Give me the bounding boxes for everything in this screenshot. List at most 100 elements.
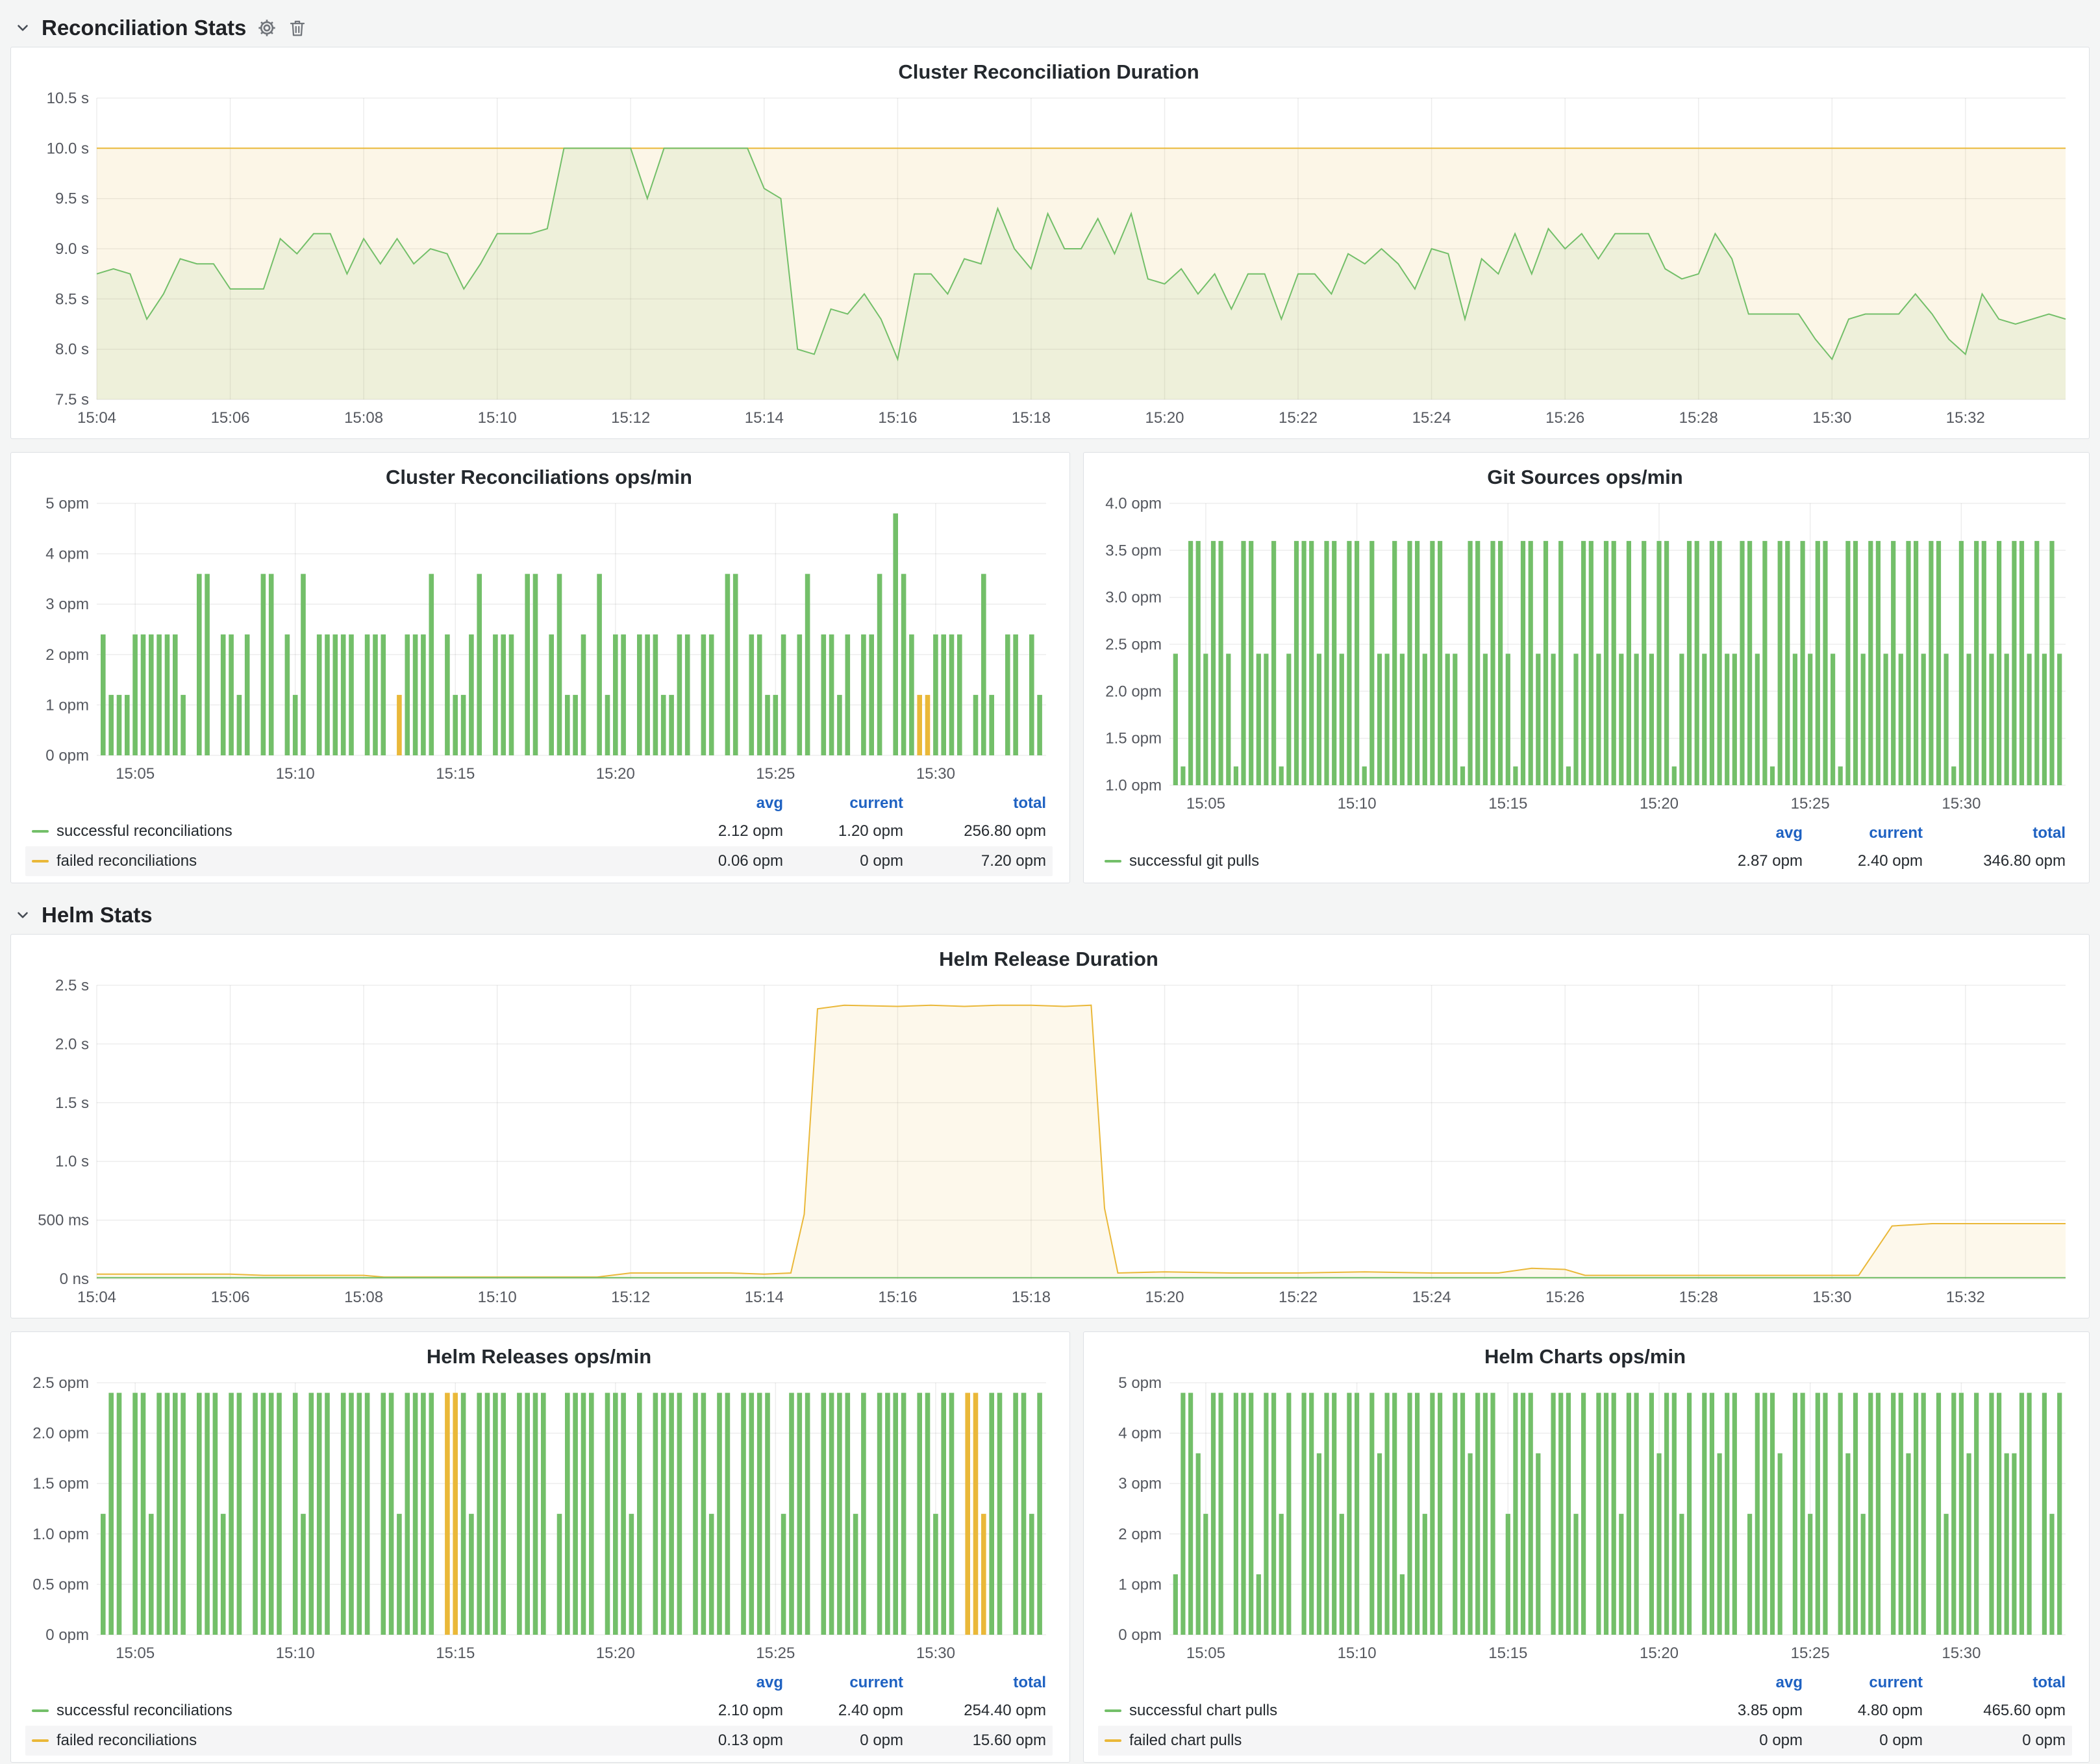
panel-title[interactable]: Cluster Reconciliation Duration	[18, 54, 2080, 88]
svg-text:15:26: 15:26	[1545, 409, 1584, 427]
series-name[interactable]: failed reconciliations	[56, 1732, 197, 1750]
svg-text:1.5 s: 1.5 s	[55, 1094, 89, 1112]
legend-total-value: 15.60 opm	[903, 1732, 1046, 1750]
svg-text:15:06: 15:06	[211, 1289, 250, 1306]
legend-header-row: avg current total	[1098, 1670, 2072, 1696]
svg-text:15:15: 15:15	[1488, 1644, 1527, 1662]
panel-title[interactable]: Git Sources ops/min	[1090, 459, 2080, 493]
legend-sort-total[interactable]: total	[903, 1674, 1046, 1692]
legend-sort-current[interactable]: current	[1803, 824, 1923, 842]
legend-sort-avg[interactable]: avg	[660, 1674, 783, 1692]
legend-total-value: 465.60 opm	[1923, 1702, 2066, 1720]
trash-icon[interactable]	[288, 18, 307, 38]
section-header-reconciliation-stats[interactable]: Reconciliation Stats	[10, 9, 2090, 47]
svg-text:15:26: 15:26	[1545, 1289, 1584, 1306]
svg-text:15:16: 15:16	[878, 409, 917, 427]
svg-text:15:25: 15:25	[1791, 795, 1830, 813]
svg-text:15:30: 15:30	[1942, 795, 1981, 813]
legend-row: successful reconciliations 2.10 opm 2.40…	[25, 1696, 1053, 1726]
legend-sort-avg[interactable]: avg	[1679, 824, 1803, 842]
svg-text:15:20: 15:20	[1145, 1289, 1184, 1306]
legend-current-value: 2.40 opm	[783, 1702, 903, 1720]
series-name[interactable]: successful reconciliations	[56, 1702, 232, 1720]
svg-text:15:28: 15:28	[1679, 409, 1718, 427]
series-name[interactable]: failed reconciliations	[56, 852, 197, 870]
gear-icon[interactable]	[256, 18, 277, 38]
panel-cluster-reconciliations-opm: Cluster Reconciliations ops/min 0 opm1 o…	[10, 452, 1070, 883]
svg-text:15:12: 15:12	[611, 409, 650, 427]
panel-title[interactable]: Helm Release Duration	[18, 941, 2080, 975]
svg-text:15:10: 15:10	[478, 1289, 517, 1306]
series-color-dash	[1105, 860, 1121, 863]
series-name[interactable]: successful git pulls	[1129, 852, 1259, 870]
legend-sort-total[interactable]: total	[1923, 824, 2066, 842]
legend-sort-current[interactable]: current	[1803, 1674, 1923, 1692]
helm-release-duration-chart[interactable]: 0 ns500 ms1.0 s1.5 s2.0 s2.5 s15:0415:06…	[18, 975, 2080, 1311]
legend-avg-value: 2.12 opm	[660, 822, 783, 840]
legend-sort-current[interactable]: current	[783, 794, 903, 813]
svg-text:15:18: 15:18	[1012, 409, 1051, 427]
svg-text:2.0 opm: 2.0 opm	[32, 1425, 89, 1443]
svg-text:1 opm: 1 opm	[45, 696, 89, 714]
section-title: Helm Stats	[42, 903, 153, 927]
chevron-down-icon	[14, 19, 31, 36]
legend: avg current total successful reconciliat…	[18, 1667, 1060, 1756]
panel-title[interactable]: Cluster Reconciliations ops/min	[18, 459, 1060, 493]
svg-text:15:25: 15:25	[756, 1644, 795, 1662]
chevron-down-icon	[14, 907, 31, 924]
legend-sort-avg[interactable]: avg	[1679, 1674, 1803, 1692]
legend-row: failed reconciliations 0.13 opm 0 opm 15…	[25, 1726, 1053, 1756]
svg-text:5 opm: 5 opm	[45, 495, 89, 512]
svg-text:15:04: 15:04	[77, 1289, 116, 1306]
helm-charts-chart[interactable]: 0 opm1 opm2 opm3 opm4 opm5 opm15:0515:10…	[1090, 1372, 2080, 1667]
svg-text:2.5 s: 2.5 s	[55, 977, 89, 994]
cluster-reconciliation-duration-chart[interactable]: 7.5 s8.0 s8.5 s9.0 s9.5 s10.0 s10.5 s15:…	[18, 88, 2080, 432]
section-header-helm-stats[interactable]: Helm Stats	[10, 896, 2090, 934]
legend: avg current total successful reconciliat…	[18, 788, 1060, 876]
svg-text:4 opm: 4 opm	[45, 546, 89, 563]
legend: avg current total successful chart pulls…	[1090, 1667, 2080, 1756]
svg-text:2 opm: 2 opm	[1118, 1526, 1162, 1543]
svg-text:500 ms: 500 ms	[38, 1212, 89, 1229]
svg-text:1 opm: 1 opm	[1118, 1576, 1162, 1593]
svg-text:5 opm: 5 opm	[1118, 1374, 1162, 1392]
series-name[interactable]: successful chart pulls	[1129, 1702, 1277, 1720]
panel-helm-release-duration: Helm Release Duration 0 ns500 ms1.0 s1.5…	[10, 934, 2090, 1318]
svg-text:3.5 opm: 3.5 opm	[1105, 542, 1162, 559]
svg-text:15:20: 15:20	[596, 1644, 635, 1662]
legend-current-value: 1.20 opm	[783, 822, 903, 840]
chart-area: 0 opm0.5 opm1.0 opm1.5 opm2.0 opm2.5 opm…	[18, 1372, 1060, 1667]
panel-title[interactable]: Helm Releases ops/min	[18, 1339, 1060, 1372]
legend-total-value: 254.40 opm	[903, 1702, 1046, 1720]
svg-text:15:30: 15:30	[1942, 1644, 1981, 1662]
legend-current-value: 0 opm	[783, 1732, 903, 1750]
git-sources-chart[interactable]: 1.0 opm1.5 opm2.0 opm2.5 opm3.0 opm3.5 o…	[1090, 493, 2080, 818]
helm-releases-chart[interactable]: 0 opm0.5 opm1.0 opm1.5 opm2.0 opm2.5 opm…	[18, 1372, 1060, 1667]
legend-sort-avg[interactable]: avg	[660, 794, 783, 813]
legend-current-value: 4.80 opm	[1803, 1702, 1923, 1720]
panel-cluster-reconciliation-duration: Cluster Reconciliation Duration 7.5 s8.0…	[10, 47, 2090, 439]
svg-text:8.5 s: 8.5 s	[55, 290, 89, 308]
svg-text:15:30: 15:30	[1812, 409, 1851, 427]
svg-text:1.5 opm: 1.5 opm	[32, 1475, 89, 1493]
legend-total-value: 0 opm	[1923, 1732, 2066, 1750]
svg-text:15:20: 15:20	[1640, 795, 1679, 813]
legend-row: failed chart pulls 0 opm 0 opm 0 opm	[1098, 1726, 2072, 1756]
svg-text:15:05: 15:05	[1186, 795, 1225, 813]
legend-sort-total[interactable]: total	[903, 794, 1046, 813]
legend-avg-value: 0.06 opm	[660, 852, 783, 870]
svg-text:7.5 s: 7.5 s	[55, 391, 89, 409]
series-name[interactable]: successful reconciliations	[56, 822, 232, 840]
svg-text:1.0 opm: 1.0 opm	[1105, 777, 1162, 794]
svg-text:15:22: 15:22	[1279, 409, 1318, 427]
cluster-reconciliations-chart[interactable]: 0 opm1 opm2 opm3 opm4 opm5 opm15:0515:10…	[18, 493, 1060, 788]
series-color-dash	[32, 860, 49, 863]
legend-sort-current[interactable]: current	[783, 1674, 903, 1692]
svg-text:15:30: 15:30	[916, 765, 955, 783]
series-name[interactable]: failed chart pulls	[1129, 1732, 1242, 1750]
svg-text:15:15: 15:15	[1488, 795, 1527, 813]
svg-text:1.0 s: 1.0 s	[55, 1153, 89, 1170]
legend-sort-total[interactable]: total	[1923, 1674, 2066, 1692]
panel-helm-charts-opm: Helm Charts ops/min 0 opm1 opm2 opm3 opm…	[1083, 1331, 2090, 1763]
panel-title[interactable]: Helm Charts ops/min	[1090, 1339, 2080, 1372]
